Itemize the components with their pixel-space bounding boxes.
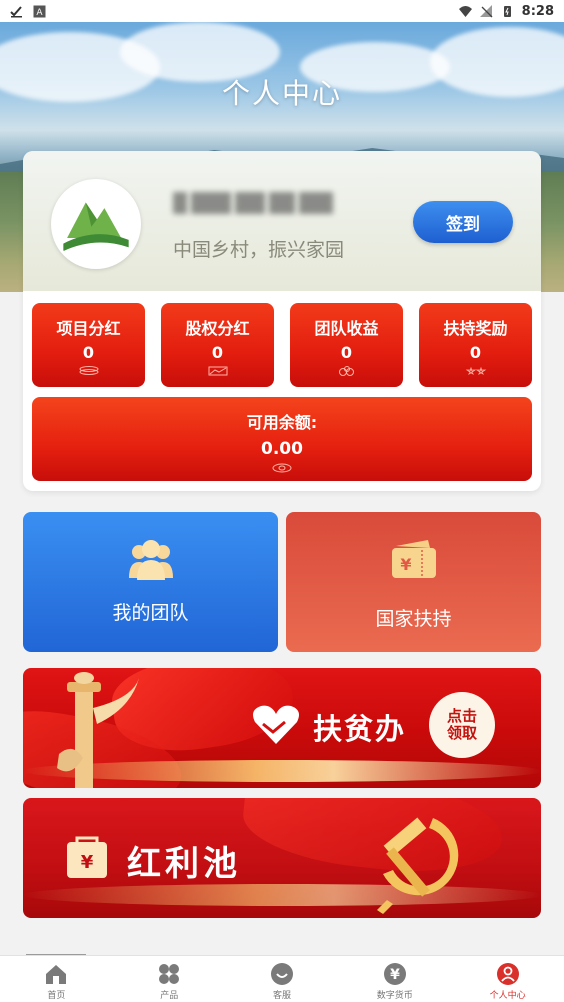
claim-button-label: 点击领取	[446, 706, 477, 742]
clock: 8:28	[521, 3, 554, 19]
nav-label: 首页	[47, 991, 66, 1001]
nav-label: 个人中心	[489, 991, 526, 1001]
money-icon	[272, 463, 292, 473]
ticket-icon: ¥	[391, 540, 436, 578]
battery-icon	[503, 5, 511, 17]
stat-label: 股权分红	[185, 319, 250, 338]
dividend-pool-banner[interactable]: ¥ 红利池	[23, 798, 541, 918]
profile-card: 中国乡村，振兴家园 签到 项目分红 0 股权分红 0 团队收益 0 扶持奖励 0…	[23, 151, 541, 491]
chart-icon	[208, 366, 227, 376]
dividend-pool-title: 红利池	[127, 844, 241, 884]
username-redacted	[173, 187, 353, 219]
grid-icon	[159, 964, 180, 984]
claim-button[interactable]: 点击领取	[429, 692, 495, 758]
stat-value: 0	[469, 343, 482, 362]
svg-text:A: A	[36, 8, 43, 18]
group-icon	[128, 540, 173, 580]
nav-profile[interactable]: 个人中心	[451, 956, 564, 1002]
handshake-heart-icon	[253, 705, 299, 744]
download-done-icon	[10, 5, 22, 17]
stat-label: 项目分红	[56, 319, 121, 338]
svg-text:¥: ¥	[400, 555, 411, 574]
wifi-icon	[458, 5, 472, 17]
svg-text:¥: ¥	[390, 967, 400, 983]
service-icon	[270, 963, 293, 985]
huabiao-pillar-icon	[57, 672, 139, 788]
my-team-label: 我的团队	[112, 602, 189, 624]
nav-home[interactable]: 首页	[0, 956, 113, 1002]
home-icon	[46, 965, 67, 984]
stats-row: 项目分红 0 股权分红 0 团队收益 0 扶持奖励 0	[32, 303, 532, 387]
app-notification-icon: A	[33, 5, 46, 18]
national-support-tile[interactable]: ¥ 国家扶持	[286, 512, 541, 652]
poverty-office-title: 扶贫办	[313, 712, 407, 746]
stars-icon	[465, 366, 486, 375]
person-icon	[496, 963, 519, 985]
stat-label: 团队收益	[314, 319, 379, 338]
nav-label: 产品	[160, 991, 179, 1001]
stat-value: 0	[340, 343, 353, 362]
poverty-office-banner[interactable]: 扶贫办 点击领取	[23, 668, 541, 788]
nav-service[interactable]: 客服	[226, 956, 339, 1002]
stat-value: 0	[82, 343, 95, 362]
yen-box-icon: ¥	[67, 836, 107, 878]
my-team-tile[interactable]: 我的团队	[23, 512, 278, 652]
balance-label: 可用余额:	[246, 413, 318, 432]
balance-value: 0.00	[261, 439, 303, 459]
stat-equity-dividend[interactable]: 股权分红 0	[161, 303, 274, 387]
bottom-navigation: 首页 产品 客服 ¥ 数字货币 个人中心	[0, 955, 564, 1002]
avatar[interactable]	[51, 179, 141, 269]
coins-icon	[338, 366, 354, 376]
checkin-button[interactable]: 签到	[413, 201, 513, 243]
hammer-sickle-emblem-icon	[377, 817, 459, 914]
svg-text:¥: ¥	[81, 852, 94, 873]
stat-team-earnings[interactable]: 团队收益 0	[290, 303, 403, 387]
mountain-logo-icon	[63, 202, 129, 252]
stat-label: 扶持奖励	[443, 319, 508, 338]
page-title: 个人中心	[221, 77, 342, 110]
status-bar: A 8:28	[0, 0, 564, 22]
nav-products[interactable]: 产品	[113, 956, 226, 1002]
no-signal-icon	[479, 4, 493, 17]
profile-slogan: 中国乡村，振兴家园	[173, 239, 345, 261]
nav-label: 客服	[272, 991, 291, 1001]
national-support-label: 国家扶持	[375, 608, 452, 630]
stack-icon	[79, 366, 98, 375]
stat-project-dividend[interactable]: 项目分红 0	[32, 303, 145, 387]
stat-support-reward[interactable]: 扶持奖励 0	[419, 303, 532, 387]
nav-label: 数字货币	[376, 991, 413, 1001]
available-balance[interactable]: 可用余额: 0.00	[32, 397, 532, 481]
stat-value: 0	[211, 343, 224, 362]
nav-digital-currency[interactable]: ¥ 数字货币	[338, 956, 451, 1002]
yen-coin-icon: ¥	[383, 963, 406, 985]
